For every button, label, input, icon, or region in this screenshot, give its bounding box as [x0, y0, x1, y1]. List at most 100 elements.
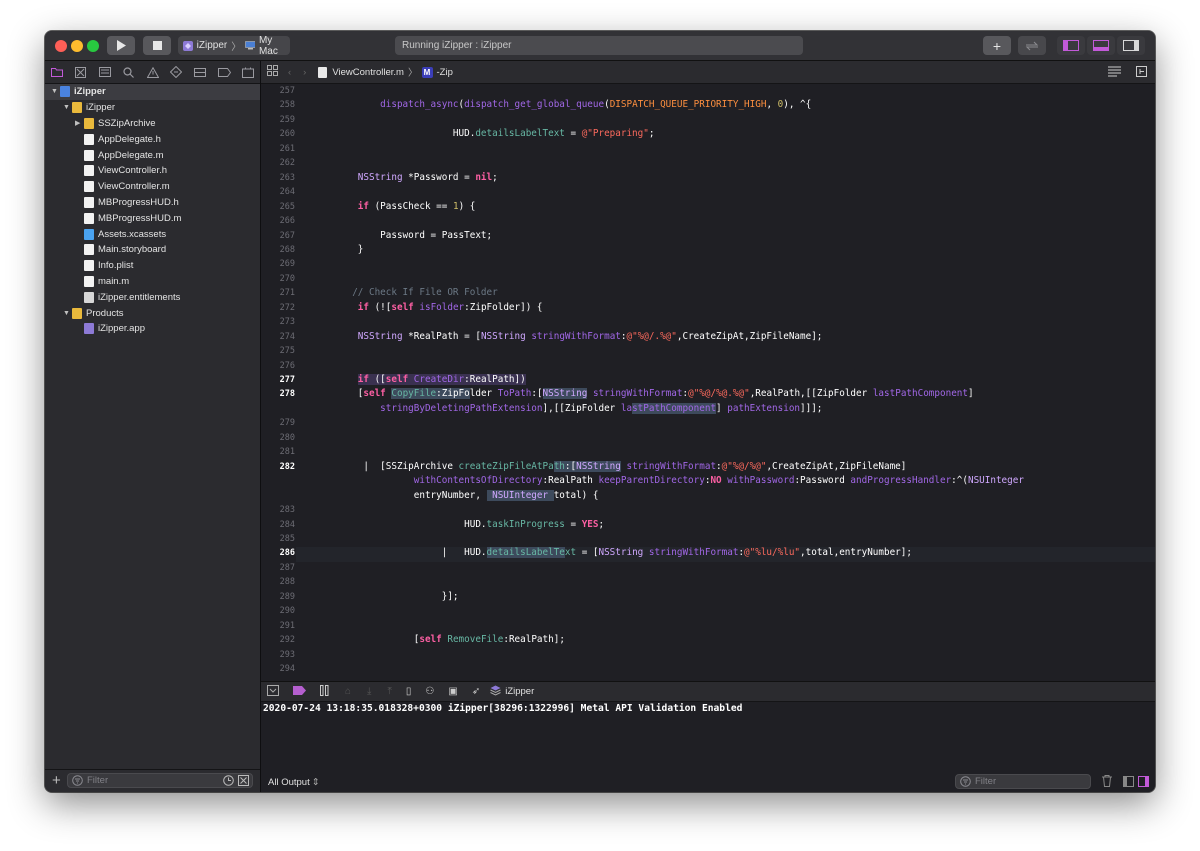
code-review-button[interactable] — [1018, 36, 1046, 55]
navigator-item[interactable]: main.m — [45, 274, 260, 290]
output-selector[interactable]: All Output ⇕ — [268, 777, 320, 788]
navigator-item[interactable]: MBProgressHUD.h — [45, 195, 260, 211]
navigator-item[interactable]: AppDelegate.m — [45, 147, 260, 163]
scheme-device: My Mac — [258, 34, 278, 57]
warning-icon[interactable] — [141, 61, 165, 83]
code-line[interactable]: HUD.taskInProgress = YES; — [313, 519, 604, 530]
toggle-navigator-button[interactable] — [1057, 36, 1085, 55]
jump-bar-file[interactable]: ViewController.m — [332, 67, 404, 78]
add-editor-icon[interactable] — [1136, 66, 1147, 80]
disclosure-open-icon[interactable]: ▼ — [63, 310, 70, 317]
breakpoint-icon[interactable] — [212, 61, 236, 83]
code-line[interactable]: // Check If File OR Folder — [313, 287, 498, 298]
code-token: NSString — [598, 547, 644, 559]
toggle-inspector-button[interactable] — [1117, 36, 1145, 55]
code-token: HUD. — [313, 128, 476, 140]
plus-icon: + — [992, 37, 1002, 54]
test-icon[interactable] — [164, 61, 188, 83]
navigator-item[interactable]: ViewController.h — [45, 163, 260, 179]
code-line[interactable]: NSString *RealPath = [NSString stringWit… — [313, 330, 823, 342]
back-arrow-icon[interactable]: ‹ — [288, 67, 291, 78]
stop-button[interactable] — [143, 36, 171, 55]
related-items-icon[interactable] — [267, 65, 278, 79]
code-line[interactable]: withContentsOfDirectory:RealPath keepPar… — [313, 475, 1024, 486]
code-token: stringWithFormat — [648, 547, 739, 559]
console-filter-field[interactable]: Filter — [955, 774, 1091, 789]
add-file-button[interactable]: + — [52, 772, 61, 789]
step-out-icon[interactable]: ⤒ — [387, 686, 391, 697]
code-line[interactable]: [self CopyFile:ZipFolder ToPath:[NSStrin… — [313, 388, 974, 400]
minimize-window-button[interactable] — [71, 40, 83, 52]
toggle-debug-area-button[interactable] — [1087, 36, 1115, 55]
code-token: CreateDir — [413, 374, 465, 385]
disclosure-open-icon[interactable]: ▼ — [51, 88, 58, 95]
breakpoints-toggle-icon[interactable] — [293, 685, 306, 698]
code-line[interactable]: if (![self isFolder:ZipFolder]) { — [313, 302, 543, 313]
forward-arrow-icon[interactable]: › — [303, 67, 306, 78]
navigator-item[interactable]: iZipper.app — [45, 321, 260, 337]
navigator-item[interactable]: ▶ SSZipArchive — [45, 116, 260, 132]
navigator-item[interactable]: ▼ Products — [45, 305, 260, 321]
code-line[interactable]: stringByDeletingPathExtension],[[ZipFold… — [313, 402, 822, 414]
disclosure-open-icon[interactable]: ▼ — [63, 104, 70, 111]
zoom-window-button[interactable] — [87, 40, 99, 52]
code-line[interactable]: Password = PassText; — [313, 230, 492, 241]
code-token: ; — [598, 518, 605, 530]
disclosure-closed-icon[interactable]: ▶ — [75, 119, 80, 127]
pause-icon[interactable] — [320, 684, 329, 699]
scheme-selector[interactable]: iZipper 〉 My Mac — [178, 34, 290, 57]
folder-icon[interactable] — [45, 61, 69, 83]
debug-process-name[interactable]: iZipper — [505, 686, 534, 697]
navigator-item[interactable]: AppDelegate.h — [45, 131, 260, 147]
source-control-icon[interactable] — [69, 61, 93, 83]
console-view-toggle-icon[interactable] — [1138, 776, 1149, 790]
code-line[interactable]: entryNumber, NSUInteger total) { — [313, 489, 598, 501]
search-icon[interactable] — [117, 61, 141, 83]
editor-options-icon[interactable] — [1108, 66, 1121, 80]
trash-icon[interactable] — [1102, 775, 1112, 790]
symbol-icon[interactable] — [93, 61, 117, 83]
code-token — [408, 374, 414, 385]
console-output[interactable]: 2020-07-24 13:18:35.018328+0300 iZipper[… — [263, 703, 742, 714]
code-line[interactable]: if (PassCheck == 1) { — [313, 201, 476, 212]
navigator-item[interactable]: MBProgressHUD.m — [45, 210, 260, 226]
navigator-filter-field[interactable]: Filter — [67, 773, 253, 788]
report-icon[interactable] — [236, 61, 260, 83]
code-line[interactable]: HUD.detailsLabelText = @"Preparing"; — [313, 128, 655, 140]
navigator-item[interactable]: Assets.xcassets — [45, 226, 260, 242]
memory-graph-icon[interactable]: ⚇ — [425, 686, 434, 697]
code-line[interactable]: dispatch_async(dispatch_get_global_queue… — [313, 99, 811, 110]
environment-overrides-icon[interactable]: ▣ — [448, 686, 457, 697]
navigator-item[interactable]: ▼ iZipper — [45, 100, 260, 116]
navigator-item[interactable]: ▼ iZipper — [45, 84, 260, 100]
code-line[interactable]: if ([self CreateDir:RealPath]) — [313, 374, 526, 385]
code-line[interactable]: | HUD.detailsLabelText = [NSString strin… — [313, 547, 912, 559]
run-button[interactable] — [107, 36, 135, 55]
step-into-icon[interactable]: ⤓ — [367, 686, 371, 697]
close-window-button[interactable] — [55, 40, 67, 52]
code-area[interactable]: 257 258 dispatch_async(dispatch_get_globa… — [261, 84, 1155, 681]
code-line[interactable]: }]; — [313, 591, 459, 602]
source-control-filter-icon[interactable] — [238, 775, 249, 786]
library-button[interactable]: + — [983, 36, 1011, 55]
code-line[interactable]: } — [313, 244, 364, 255]
navigator-item[interactable]: Info.plist — [45, 258, 260, 274]
jump-bar-symbol[interactable]: -Zip — [437, 67, 453, 78]
recent-files-icon[interactable] — [223, 775, 234, 786]
line-number: 290 — [279, 606, 295, 617]
code-token: NSString — [357, 330, 403, 342]
debug-icon[interactable] — [188, 61, 212, 83]
location-icon[interactable]: ➶ — [472, 686, 480, 697]
code-token: withPassword — [727, 475, 795, 487]
step-over-icon[interactable]: ⌂ — [345, 686, 351, 697]
code-token: stPathComponent — [632, 402, 717, 414]
navigator-item[interactable]: ViewController.m — [45, 179, 260, 195]
navigator-item[interactable]: iZipper.entitlements — [45, 289, 260, 305]
variables-view-toggle-icon[interactable] — [1123, 776, 1134, 790]
code-line[interactable]: NSString *Password = nil; — [313, 172, 498, 183]
code-line[interactable]: | [SSZipArchive createZipFileAtPath:[NSS… — [313, 460, 906, 472]
hide-debug-area-icon[interactable] — [267, 684, 279, 699]
navigator-item[interactable]: Main.storyboard — [45, 242, 260, 258]
code-line[interactable]: [self RemoveFile:RealPath]; — [313, 634, 565, 645]
view-hierarchy-icon[interactable]: ▯ — [406, 686, 412, 697]
